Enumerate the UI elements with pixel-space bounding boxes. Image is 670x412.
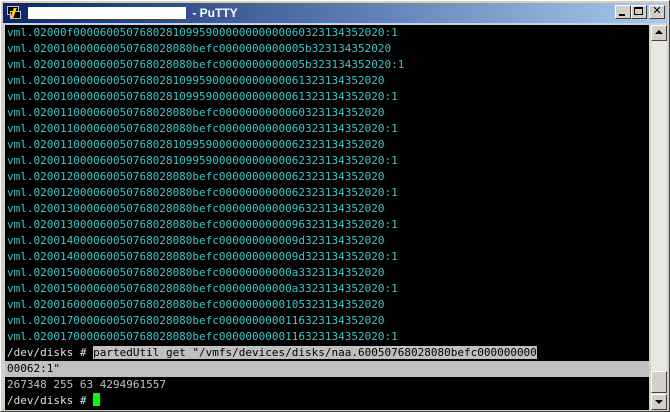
listing-line: vml.020015000060050768028080befc00000000… bbox=[7, 266, 385, 279]
device-listing: vml.02000f000060050768028109959000000000… bbox=[5, 25, 649, 345]
listing-line: vml.020017000060050768028080befc00000000… bbox=[7, 330, 398, 343]
shell-prompt: /dev/disks # bbox=[7, 346, 94, 359]
scroll-up-button[interactable] bbox=[651, 25, 667, 41]
listing-line: vml.020014000060050768028080befc00000000… bbox=[7, 234, 385, 247]
listing-line: vml.020014000060050768028080befc00000000… bbox=[7, 250, 398, 263]
maximize-button[interactable] bbox=[631, 5, 647, 19]
shell-prompt: /dev/disks # bbox=[7, 394, 94, 407]
listing-line: vml.020011000060050768028080befc00000000… bbox=[7, 106, 385, 119]
window-title: - PuTTY bbox=[189, 6, 238, 20]
listing-line: vml.020011000060050768028109959000000000… bbox=[7, 154, 398, 167]
command-line: /dev/disks # partedUtil get "/vmfs/devic… bbox=[5, 345, 649, 361]
listing-line: vml.020013000060050768028080befc00000000… bbox=[7, 218, 398, 231]
listing-line: vml.02000f000060050768028109959000000000… bbox=[7, 26, 398, 39]
selected-command-wrap[interactable]: 00062:1" bbox=[7, 362, 60, 375]
listing-line: vml.020017000060050768028080befc00000000… bbox=[7, 314, 385, 327]
minimize-button[interactable] bbox=[615, 5, 631, 19]
vertical-scrollbar[interactable] bbox=[651, 25, 667, 410]
putty-icon[interactable] bbox=[6, 5, 22, 21]
listing-line: vml.020015000060050768028080befc00000000… bbox=[7, 282, 398, 295]
listing-line: vml.020010000060050768028109959000000000… bbox=[7, 90, 398, 103]
arrow-down-icon bbox=[655, 400, 663, 404]
listing-line: vml.020010000060050768028109959000000000… bbox=[7, 74, 385, 87]
scroll-thumb[interactable] bbox=[651, 371, 667, 393]
listing-line: vml.020010000060050768028080befc00000000… bbox=[7, 58, 405, 71]
listing-line: vml.020012000060050768028080befc00000000… bbox=[7, 186, 398, 199]
scroll-down-button[interactable] bbox=[651, 394, 667, 410]
listing-line: vml.020012000060050768028080befc00000000… bbox=[7, 170, 385, 183]
listing-line: vml.020011000060050768028080befc00000000… bbox=[7, 122, 398, 135]
title-bar[interactable]: - PuTTY ✕ bbox=[3, 3, 667, 23]
command-output: 267348 255 63 4294961557 bbox=[7, 378, 166, 391]
listing-line: vml.020011000060050768028109959000000000… bbox=[7, 138, 385, 151]
redacted-hostname bbox=[28, 7, 186, 19]
window-controls: ✕ bbox=[615, 4, 665, 19]
selected-command[interactable]: partedUtil get "/vmfs/devices/disks/naa.… bbox=[93, 346, 537, 359]
arrow-up-icon bbox=[655, 30, 663, 34]
text-cursor bbox=[93, 393, 101, 406]
current-prompt-line: /dev/disks # bbox=[5, 393, 649, 409]
close-icon: ✕ bbox=[652, 4, 662, 17]
listing-line: vml.020016000060050768028080befc00000000… bbox=[7, 298, 385, 311]
putty-window: - PuTTY ✕ vml.02000f00006005076802810995… bbox=[0, 0, 670, 412]
command-line-wrap: 00062:1" bbox=[5, 361, 649, 377]
listing-line: vml.020013000060050768028080befc00000000… bbox=[7, 202, 385, 215]
close-button[interactable]: ✕ bbox=[649, 4, 665, 19]
minimize-icon bbox=[619, 14, 625, 16]
listing-line: vml.020010000060050768028080befc00000000… bbox=[7, 42, 392, 55]
maximize-icon bbox=[634, 7, 643, 15]
terminal-screen[interactable]: vml.02000f000060050768028109959000000000… bbox=[5, 25, 649, 410]
